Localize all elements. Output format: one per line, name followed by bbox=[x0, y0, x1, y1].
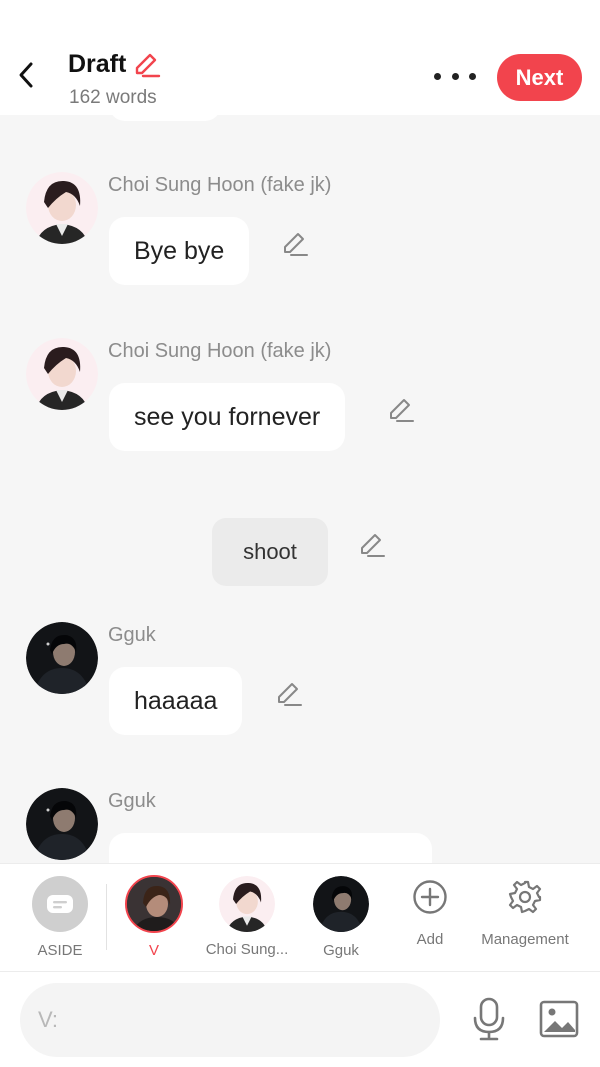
character-label: Management bbox=[481, 931, 569, 948]
character-label: Gguk bbox=[323, 942, 359, 959]
message-list[interactable]: Choi Sung Hoon (fake jk) Bye bye Choi Su… bbox=[0, 115, 600, 863]
edit-message-button[interactable] bbox=[358, 531, 386, 559]
dot-icon bbox=[451, 72, 459, 80]
more-options-button[interactable] bbox=[434, 66, 476, 86]
word-count: 162 words bbox=[69, 87, 157, 108]
aside-icon bbox=[32, 876, 88, 932]
edit-message-button[interactable] bbox=[281, 230, 309, 258]
character-label: Choi Sung... bbox=[205, 941, 289, 958]
character-label: V bbox=[148, 942, 159, 959]
back-button[interactable] bbox=[14, 60, 40, 90]
voice-button[interactable] bbox=[468, 996, 510, 1042]
avatar-choi-sung-hoon[interactable] bbox=[26, 172, 98, 244]
message-bubble[interactable]: see you fornever bbox=[109, 383, 346, 451]
pencil-icon bbox=[361, 534, 385, 557]
avatar-gguk bbox=[313, 876, 369, 932]
message-bubble[interactable]: Bye bye bbox=[109, 217, 250, 285]
avatar-choi-sung-hoon bbox=[219, 876, 275, 932]
aside-bubble[interactable]: shoot bbox=[212, 518, 328, 586]
avatar-gguk[interactable] bbox=[26, 622, 98, 694]
dot-icon bbox=[469, 72, 476, 80]
divider bbox=[106, 884, 107, 950]
microphone-icon bbox=[473, 997, 505, 1041]
character-v[interactable]: V bbox=[116, 864, 192, 972]
image-icon bbox=[539, 1000, 579, 1038]
sender-name: Gguk bbox=[108, 624, 156, 646]
character-label: ASIDE bbox=[37, 942, 83, 959]
pencil-icon bbox=[135, 53, 161, 78]
pencil-icon bbox=[284, 233, 308, 256]
character-label: Add bbox=[416, 931, 444, 948]
avatar-gguk[interactable] bbox=[26, 788, 98, 860]
next-button[interactable]: Next bbox=[497, 54, 582, 101]
message-bubble[interactable] bbox=[109, 833, 432, 863]
image-button[interactable] bbox=[538, 999, 580, 1039]
character-gguk[interactable]: Gguk bbox=[303, 864, 379, 972]
avatar-choi-sung-hoon[interactable] bbox=[26, 338, 98, 410]
character-bar: ASIDE V Choi Sung... Gguk Add Management bbox=[0, 863, 600, 971]
plus-circle-icon bbox=[412, 879, 448, 915]
sender-name: Choi Sung Hoon (fake jk) bbox=[108, 174, 332, 196]
edit-message-button[interactable] bbox=[387, 396, 415, 424]
message-input[interactable] bbox=[20, 983, 440, 1057]
message-item: Gguk bbox=[0, 788, 600, 863]
dot-icon bbox=[434, 72, 441, 80]
message-item: Choi Sung Hoon (fake jk) see you forneve… bbox=[0, 338, 600, 458]
message-item: Gguk haaaaa bbox=[0, 622, 600, 742]
pencil-icon bbox=[390, 399, 414, 422]
edit-message-button[interactable] bbox=[275, 680, 303, 708]
character-aside[interactable]: ASIDE bbox=[22, 864, 98, 972]
edit-title-button[interactable] bbox=[133, 51, 161, 79]
partial-bubble bbox=[109, 115, 221, 121]
avatar-v bbox=[125, 875, 183, 933]
pencil-icon bbox=[278, 683, 302, 706]
add-character-button[interactable]: Add bbox=[392, 864, 468, 972]
gear-icon bbox=[507, 879, 543, 915]
page-title: Draft bbox=[68, 50, 127, 78]
message-bubble[interactable]: haaaaa bbox=[109, 667, 243, 735]
character-choi-sung-hoon[interactable]: Choi Sung... bbox=[202, 864, 292, 972]
header: Draft 162 words Next bbox=[0, 0, 600, 115]
chevron-left-icon bbox=[19, 62, 33, 88]
management-button[interactable]: Management bbox=[475, 864, 575, 972]
sender-name: Choi Sung Hoon (fake jk) bbox=[108, 340, 332, 362]
aside-item: shoot bbox=[0, 518, 600, 588]
sender-name: Gguk bbox=[108, 790, 156, 812]
input-bar bbox=[0, 971, 600, 1067]
message-item: Choi Sung Hoon (fake jk) Bye bye bbox=[0, 172, 600, 292]
